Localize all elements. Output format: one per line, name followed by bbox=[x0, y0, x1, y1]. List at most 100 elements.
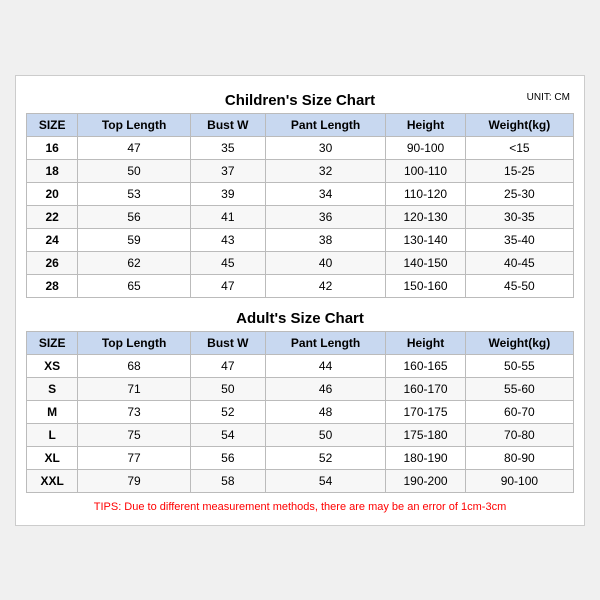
table-cell: 59 bbox=[78, 228, 191, 251]
table-cell: 180-190 bbox=[386, 446, 465, 469]
table-cell: 160-170 bbox=[386, 377, 465, 400]
table-cell: 54 bbox=[190, 423, 265, 446]
table-cell: <15 bbox=[465, 136, 573, 159]
table-cell: 48 bbox=[265, 400, 385, 423]
table-cell: 43 bbox=[190, 228, 265, 251]
table-cell: 52 bbox=[265, 446, 385, 469]
table-cell: 68 bbox=[78, 354, 191, 377]
table-cell: 53 bbox=[78, 182, 191, 205]
table-row: L755450175-18070-80 bbox=[27, 423, 574, 446]
children-title-text: Children's Size Chart bbox=[225, 92, 375, 109]
table-cell: 52 bbox=[190, 400, 265, 423]
table-cell: 62 bbox=[78, 251, 191, 274]
col-bust-w-adult: Bust W bbox=[190, 331, 265, 354]
col-weight-children: Weight(kg) bbox=[465, 113, 573, 136]
table-cell: S bbox=[27, 377, 78, 400]
table-cell: 32 bbox=[265, 159, 385, 182]
table-row: XL775652180-19080-90 bbox=[27, 446, 574, 469]
table-cell: 150-160 bbox=[386, 274, 465, 297]
col-size-children: SIZE bbox=[27, 113, 78, 136]
table-cell: 46 bbox=[265, 377, 385, 400]
chart-container: Children's Size Chart UNIT: CM SIZE Top … bbox=[15, 75, 585, 526]
children-table: SIZE Top Length Bust W Pant Length Heigh… bbox=[26, 113, 574, 298]
table-cell: 58 bbox=[190, 469, 265, 492]
table-cell: 18 bbox=[27, 159, 78, 182]
children-header-row: SIZE Top Length Bust W Pant Length Heigh… bbox=[27, 113, 574, 136]
table-row: S715046160-17055-60 bbox=[27, 377, 574, 400]
table-cell: M bbox=[27, 400, 78, 423]
table-cell: 190-200 bbox=[386, 469, 465, 492]
table-cell: 47 bbox=[78, 136, 191, 159]
table-cell: 38 bbox=[265, 228, 385, 251]
table-cell: 77 bbox=[78, 446, 191, 469]
table-cell: 175-180 bbox=[386, 423, 465, 446]
table-cell: 50-55 bbox=[465, 354, 573, 377]
table-cell: 160-165 bbox=[386, 354, 465, 377]
table-row: 18503732100-11015-25 bbox=[27, 159, 574, 182]
table-row: 24594338130-14035-40 bbox=[27, 228, 574, 251]
table-cell: 30-35 bbox=[465, 205, 573, 228]
table-cell: 35 bbox=[190, 136, 265, 159]
table-cell: 170-175 bbox=[386, 400, 465, 423]
col-weight-adult: Weight(kg) bbox=[465, 331, 573, 354]
table-cell: 100-110 bbox=[386, 159, 465, 182]
table-cell: 40-45 bbox=[465, 251, 573, 274]
children-title: Children's Size Chart UNIT: CM bbox=[26, 86, 574, 113]
table-cell: 60-70 bbox=[465, 400, 573, 423]
table-row: 26624540140-15040-45 bbox=[27, 251, 574, 274]
col-size-adult: SIZE bbox=[27, 331, 78, 354]
table-cell: 70-80 bbox=[465, 423, 573, 446]
table-cell: 90-100 bbox=[465, 469, 573, 492]
table-cell: 20 bbox=[27, 182, 78, 205]
table-cell: 28 bbox=[27, 274, 78, 297]
table-cell: 80-90 bbox=[465, 446, 573, 469]
tips-text: TIPS: Due to different measurement metho… bbox=[26, 499, 574, 515]
adult-title-text: Adult's Size Chart bbox=[236, 310, 364, 327]
table-row: XXL795854190-20090-100 bbox=[27, 469, 574, 492]
table-row: 20533934110-12025-30 bbox=[27, 182, 574, 205]
col-pant-length-children: Pant Length bbox=[265, 113, 385, 136]
table-cell: 65 bbox=[78, 274, 191, 297]
table-cell: 37 bbox=[190, 159, 265, 182]
table-cell: 130-140 bbox=[386, 228, 465, 251]
table-cell: 45-50 bbox=[465, 274, 573, 297]
table-row: 28654742150-16045-50 bbox=[27, 274, 574, 297]
table-cell: 54 bbox=[265, 469, 385, 492]
table-cell: 40 bbox=[265, 251, 385, 274]
table-cell: 56 bbox=[190, 446, 265, 469]
table-cell: 42 bbox=[265, 274, 385, 297]
table-cell: 47 bbox=[190, 354, 265, 377]
table-cell: 50 bbox=[78, 159, 191, 182]
table-cell: 120-130 bbox=[386, 205, 465, 228]
table-cell: 50 bbox=[265, 423, 385, 446]
table-cell: 16 bbox=[27, 136, 78, 159]
table-cell: 15-25 bbox=[465, 159, 573, 182]
table-cell: 44 bbox=[265, 354, 385, 377]
table-cell: XL bbox=[27, 446, 78, 469]
table-cell: 36 bbox=[265, 205, 385, 228]
table-cell: 26 bbox=[27, 251, 78, 274]
table-cell: 90-100 bbox=[386, 136, 465, 159]
col-top-length-children: Top Length bbox=[78, 113, 191, 136]
table-cell: 22 bbox=[27, 205, 78, 228]
table-cell: 30 bbox=[265, 136, 385, 159]
col-pant-length-adult: Pant Length bbox=[265, 331, 385, 354]
col-height-children: Height bbox=[386, 113, 465, 136]
table-row: 22564136120-13030-35 bbox=[27, 205, 574, 228]
table-cell: 35-40 bbox=[465, 228, 573, 251]
col-height-adult: Height bbox=[386, 331, 465, 354]
adult-header-row: SIZE Top Length Bust W Pant Length Heigh… bbox=[27, 331, 574, 354]
table-row: M735248170-17560-70 bbox=[27, 400, 574, 423]
table-cell: 41 bbox=[190, 205, 265, 228]
table-cell: XXL bbox=[27, 469, 78, 492]
col-top-length-adult: Top Length bbox=[78, 331, 191, 354]
table-cell: 47 bbox=[190, 274, 265, 297]
table-cell: 34 bbox=[265, 182, 385, 205]
table-cell: 55-60 bbox=[465, 377, 573, 400]
table-cell: 24 bbox=[27, 228, 78, 251]
table-cell: 45 bbox=[190, 251, 265, 274]
table-row: 1647353090-100<15 bbox=[27, 136, 574, 159]
table-row: XS684744160-16550-55 bbox=[27, 354, 574, 377]
table-cell: 110-120 bbox=[386, 182, 465, 205]
table-cell: 56 bbox=[78, 205, 191, 228]
